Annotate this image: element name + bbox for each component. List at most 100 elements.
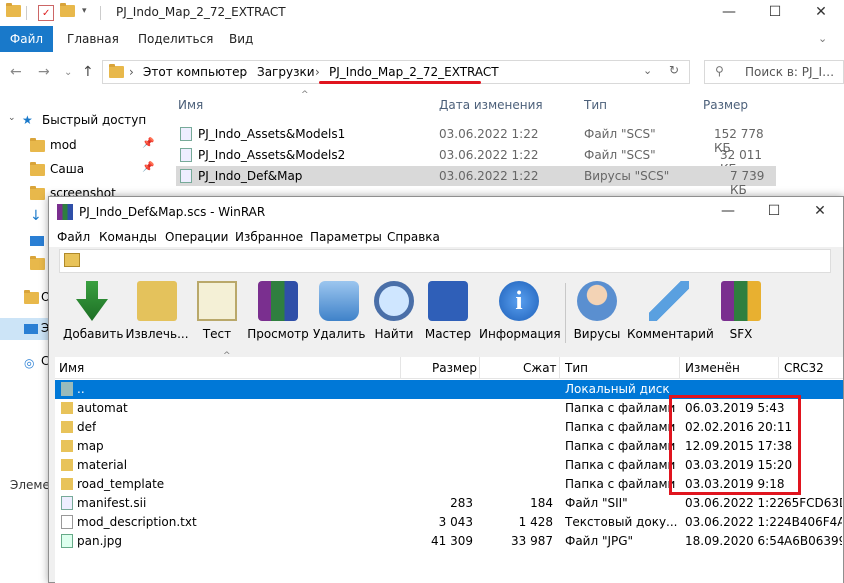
menu-operations[interactable]: Операции bbox=[165, 230, 228, 244]
row-type: Файл "SCS" bbox=[584, 148, 656, 162]
info-icon: i bbox=[499, 281, 539, 321]
menu-file[interactable]: Файл bbox=[57, 230, 90, 244]
archive-file-list: ^ Имя Размер Сжат Тип Изменён CRC32 .. Л… bbox=[55, 351, 843, 583]
new-folder-icon[interactable] bbox=[60, 3, 76, 21]
row-name: road_template bbox=[77, 477, 165, 491]
table-row-selected[interactable]: PJ_Indo_Def&Map 03.06.2022 1:22 Вирусы "… bbox=[176, 166, 776, 197]
row-name: def bbox=[77, 420, 97, 434]
delete-button[interactable]: Удалить bbox=[313, 279, 366, 349]
row-name: PJ_Indo_Assets&Models2 bbox=[198, 148, 346, 162]
explorer-titlebar: ✓ ▾ PJ_Indo_Map_2_72_EXTRACT — ☐ ✕ bbox=[0, 0, 844, 26]
col-modified[interactable]: Изменён bbox=[685, 361, 740, 375]
row-date: 03.06.2022 1:22 bbox=[439, 127, 539, 141]
col-sep bbox=[400, 357, 401, 379]
row-name: PJ_Indo_Assets&Models1 bbox=[198, 127, 346, 141]
menu-commands[interactable]: Команды bbox=[99, 230, 157, 244]
qa-dropdown-icon[interactable]: ▾ bbox=[82, 6, 87, 16]
row-modified: 18.09.2020 6:54 bbox=[685, 534, 785, 548]
extract-folder-icon bbox=[137, 281, 177, 321]
close-button[interactable]: ✕ bbox=[798, 0, 844, 26]
network-icon: ◎ bbox=[24, 356, 35, 370]
info-button[interactable]: i Информация bbox=[479, 279, 561, 349]
col-name[interactable]: Имя bbox=[59, 361, 84, 375]
wizard-button[interactable]: Мастер bbox=[423, 279, 473, 349]
divider bbox=[26, 6, 27, 20]
test-button[interactable]: Тест bbox=[193, 279, 241, 349]
path-bar[interactable] bbox=[59, 249, 831, 273]
chevron-down-icon[interactable]: ⌄ bbox=[643, 64, 652, 77]
col-name[interactable]: Имя bbox=[178, 98, 203, 112]
table-row[interactable]: pan.jpg 41 309 33 987 Файл "JPG" 18.09.2… bbox=[55, 532, 843, 551]
menu-help[interactable]: Справка bbox=[387, 230, 440, 244]
find-button[interactable]: Найти bbox=[371, 279, 417, 349]
table-row[interactable]: mod_description.txt 3 043 1 428 Текстовы… bbox=[55, 513, 843, 532]
properties-icon[interactable]: ✓ bbox=[38, 5, 54, 21]
row-type: Файл "SCS" bbox=[584, 127, 656, 141]
pin-icon[interactable]: 📌 bbox=[142, 138, 154, 149]
table-row[interactable]: PJ_Indo_Assets&Models2 03.06.2022 1:22 Ф… bbox=[176, 145, 776, 176]
col-packed[interactable]: Сжат bbox=[523, 361, 557, 375]
col-type[interactable]: Тип bbox=[565, 361, 588, 375]
close-button[interactable]: ✕ bbox=[797, 199, 843, 225]
row-type: Вирусы "SCS" bbox=[584, 169, 670, 183]
tab-home[interactable]: Главная bbox=[67, 26, 119, 52]
row-name: automat bbox=[77, 401, 128, 415]
maximize-button[interactable]: ☐ bbox=[751, 199, 797, 225]
breadcrumb-this-pc[interactable]: Этот компьютер bbox=[143, 65, 247, 79]
breadcrumb-downloads[interactable]: Загрузки bbox=[257, 65, 315, 79]
tab-view[interactable]: Вид bbox=[229, 26, 253, 52]
back-arrow-icon[interactable]: ← bbox=[10, 64, 22, 80]
col-date[interactable]: Дата изменения bbox=[439, 98, 543, 112]
tab-file[interactable]: Файл bbox=[0, 26, 53, 52]
view-button[interactable]: Просмотр bbox=[247, 279, 309, 349]
extract-button[interactable]: Извлечь... bbox=[125, 279, 189, 349]
search-box[interactable]: ⚲ Поиск в: PJ_Indo_... bbox=[704, 60, 844, 84]
folder-icon bbox=[30, 256, 45, 270]
folder-icon bbox=[24, 290, 39, 304]
breadcrumb-current-folder[interactable]: PJ_Indo_Map_2_72_EXTRACT bbox=[329, 65, 499, 79]
minimize-button[interactable]: — bbox=[705, 199, 751, 225]
desktop-icon bbox=[30, 236, 44, 246]
nav-item-selected[interactable]: Э bbox=[0, 318, 49, 340]
sfx-button[interactable]: SFX bbox=[717, 279, 765, 349]
wizard-icon bbox=[428, 281, 468, 321]
address-field[interactable]: › Этот компьютер › Загрузки › PJ_Indo_Ma… bbox=[102, 60, 690, 84]
chevron-down-icon[interactable]: ⌄ bbox=[8, 113, 16, 123]
up-folder-icon[interactable] bbox=[64, 253, 80, 267]
row-size: 7 739 КБ bbox=[730, 169, 765, 197]
col-crc[interactable]: CRC32 bbox=[784, 361, 824, 375]
virus-scan-button[interactable]: Вирусы bbox=[571, 279, 623, 349]
col-size[interactable]: Размер bbox=[432, 361, 477, 375]
table-row[interactable]: manifest.sii 283 184 Файл "SII" 03.06.20… bbox=[55, 494, 843, 513]
row-type: Файл "SII" bbox=[565, 496, 628, 510]
row-crc: A6B06399 bbox=[784, 534, 842, 548]
forward-arrow-icon[interactable]: → bbox=[38, 64, 50, 80]
search-input[interactable]: Поиск в: PJ_Indo_... bbox=[745, 65, 841, 79]
nav-item-sasha[interactable]: Саша 📌 bbox=[28, 160, 158, 180]
folder-icon bbox=[30, 162, 45, 176]
row-type: Файл "JPG" bbox=[565, 534, 634, 548]
nav-item-mod[interactable]: mod 📌 bbox=[28, 136, 158, 156]
search-icon: ⚲ bbox=[715, 64, 724, 78]
add-button[interactable]: Добавить bbox=[63, 279, 123, 349]
tab-share[interactable]: Поделиться bbox=[138, 26, 213, 52]
minimize-button[interactable]: — bbox=[706, 0, 752, 26]
refresh-icon[interactable]: ↻ bbox=[669, 63, 679, 77]
divider bbox=[100, 6, 101, 20]
quick-access-header[interactable]: Быстрый доступ bbox=[42, 113, 146, 127]
folder-icon bbox=[61, 440, 73, 452]
maximize-button[interactable]: ☐ bbox=[752, 0, 798, 26]
winrar-toolbar: Добавить Извлечь... Тест Просмотр Удалит… bbox=[49, 279, 843, 351]
comment-button[interactable]: Комментарий bbox=[627, 279, 714, 349]
menu-options[interactable]: Параметры bbox=[310, 230, 382, 244]
table-row[interactable]: PJ_Indo_Assets&Models1 03.06.2022 1:22 Ф… bbox=[176, 124, 776, 155]
expand-ribbon-icon[interactable]: ⌄ bbox=[818, 32, 827, 45]
col-type[interactable]: Тип bbox=[584, 98, 607, 112]
pin-icon[interactable]: 📌 bbox=[142, 162, 154, 173]
menu-favorites[interactable]: Избранное bbox=[235, 230, 303, 244]
file-icon bbox=[180, 127, 192, 141]
recent-dropdown-icon[interactable]: ⌄ bbox=[64, 67, 72, 78]
col-size[interactable]: Размер bbox=[703, 98, 748, 112]
up-arrow-icon[interactable]: ↑ bbox=[82, 64, 94, 80]
archive-column-header: ^ Имя Размер Сжат Тип Изменён CRC32 bbox=[55, 351, 843, 379]
